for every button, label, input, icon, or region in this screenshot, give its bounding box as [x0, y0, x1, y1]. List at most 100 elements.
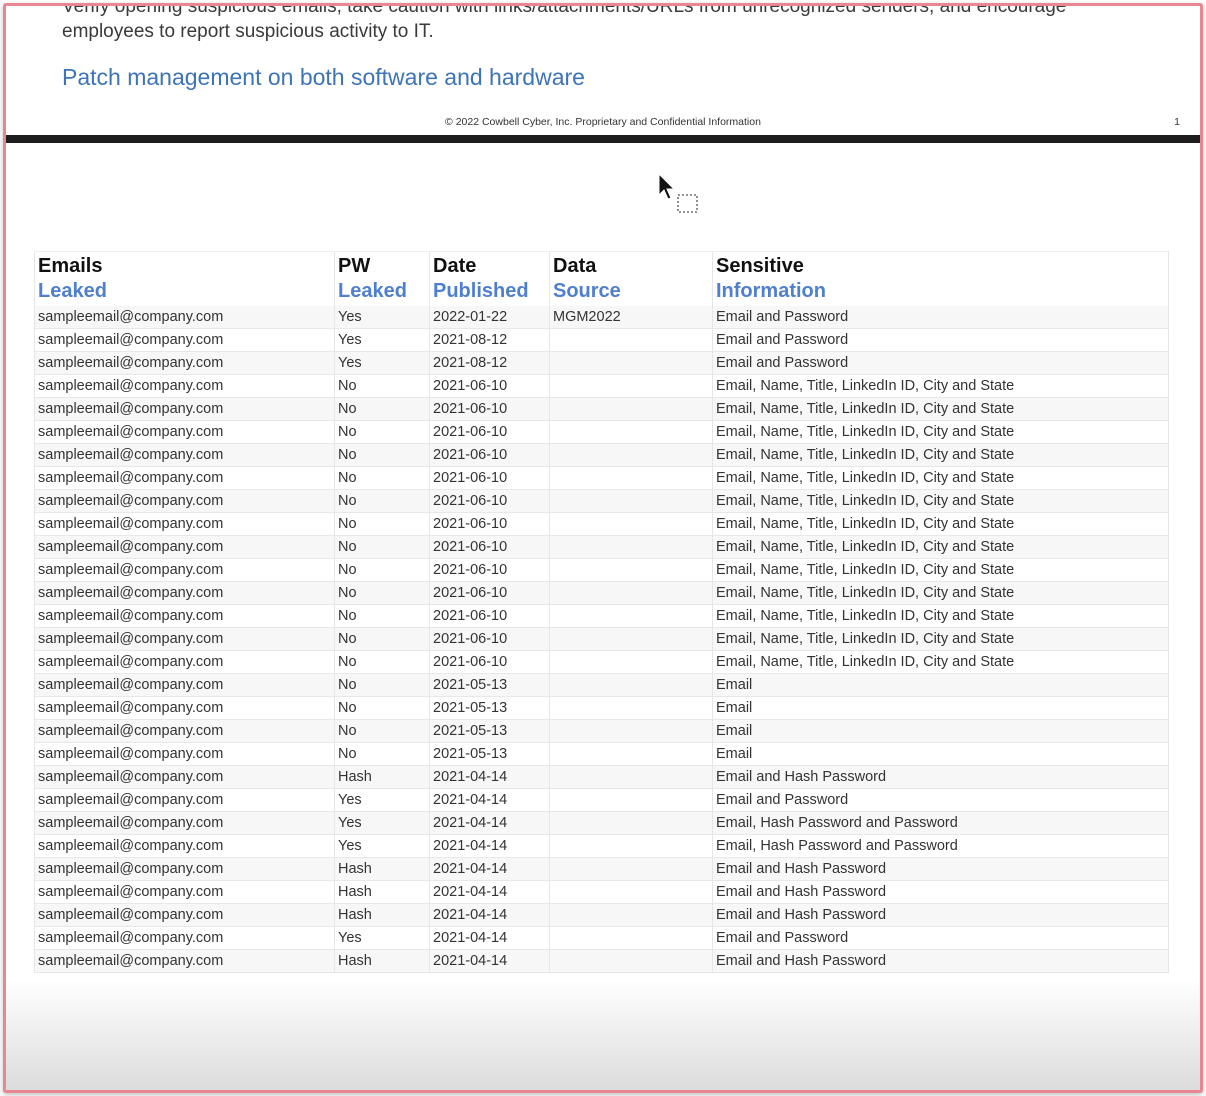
cell-date-published: 2021-04-14 [429, 834, 550, 858]
table-row: sampleemail@company.com Yes 2021-08-12 Emai… [34, 328, 1169, 352]
cell-sensitive-information: Email [712, 719, 1169, 743]
cell-sensitive-information: Email, Name, Title, LinkedIn ID, City an… [712, 650, 1169, 674]
cell-pw-leaked: No [334, 650, 430, 674]
cell-data-source: MGM2022 [549, 306, 713, 329]
table-row: sampleemail@company.com No 2021-06-10 Email… [34, 420, 1169, 444]
cell-sensitive-information: Email, Name, Title, LinkedIn ID, City an… [712, 581, 1169, 605]
cell-sensitive-information: Email, Name, Title, LinkedIn ID, City an… [712, 420, 1169, 444]
cell-data-source [549, 558, 713, 582]
cell-data-source [549, 926, 713, 950]
cell-pw-leaked: Yes [334, 788, 430, 812]
cell-sensitive-information: Email [712, 696, 1169, 720]
cell-data-source [549, 650, 713, 674]
cell-data-source [549, 903, 713, 927]
cell-date-published: 2021-04-14 [429, 880, 550, 904]
arrow-cursor-icon [658, 172, 698, 213]
cell-pw-leaked: Yes [334, 328, 430, 352]
cell-pw-leaked: Yes [334, 811, 430, 835]
cell-sensitive-information: Email and Password [712, 351, 1169, 375]
cell-pw-leaked: Yes [334, 926, 430, 950]
table-row: sampleemail@company.com No 2021-05-13 Email [34, 696, 1169, 720]
page-divider [6, 135, 1200, 143]
cell-email: sampleemail@company.com [34, 397, 335, 421]
cell-pw-leaked: No [334, 627, 430, 651]
column-header-emails-leaked: Emails Leaked [34, 251, 335, 306]
cell-pw-leaked: No [334, 489, 430, 513]
column-header-pw-leaked: PW Leaked [334, 251, 430, 306]
cell-date-published: 2021-06-10 [429, 489, 550, 513]
cell-email: sampleemail@company.com [34, 489, 335, 513]
table-body: sampleemail@company.com Yes 2022-01-22 MGM2… [34, 306, 1169, 973]
cell-sensitive-information: Email, Hash Password and Password [712, 834, 1169, 858]
cell-date-published: 2021-06-10 [429, 535, 550, 559]
table-row: sampleemail@company.com No 2021-06-10 Email… [34, 512, 1169, 536]
cell-date-published: 2021-06-10 [429, 627, 550, 651]
table-row: sampleemail@company.com Hash 2021-04-14 Ema… [34, 765, 1169, 789]
table-row: sampleemail@company.com Yes 2021-04-14 Emai… [34, 788, 1169, 812]
cell-email: sampleemail@company.com [34, 328, 335, 352]
cell-sensitive-information: Email, Name, Title, LinkedIn ID, City an… [712, 466, 1169, 490]
cell-date-published: 2021-04-14 [429, 857, 550, 881]
cell-data-source [549, 627, 713, 651]
cell-sensitive-information: Email and Password [712, 926, 1169, 950]
cell-data-source [549, 673, 713, 697]
cell-email: sampleemail@company.com [34, 558, 335, 582]
cell-email: sampleemail@company.com [34, 581, 335, 605]
cell-email: sampleemail@company.com [34, 604, 335, 628]
cell-pw-leaked: Hash [334, 949, 430, 973]
cell-pw-leaked: No [334, 466, 430, 490]
table-row: sampleemail@company.com No 2021-06-10 Email… [34, 489, 1169, 513]
page-number: 1 [1174, 116, 1180, 128]
cell-email: sampleemail@company.com [34, 351, 335, 375]
cell-email: sampleemail@company.com [34, 650, 335, 674]
table-row: sampleemail@company.com No 2021-06-10 Email… [34, 443, 1169, 467]
table-row: sampleemail@company.com Hash 2021-04-14 Ema… [34, 857, 1169, 881]
cell-pw-leaked: Hash [334, 903, 430, 927]
intro-text: Verify opening suspicious emails, take c… [62, 3, 1067, 42]
cell-pw-leaked: Hash [334, 857, 430, 881]
cell-email: sampleemail@company.com [34, 306, 335, 329]
cell-pw-leaked: Hash [334, 765, 430, 789]
cell-sensitive-information: Email and Hash Password [712, 903, 1169, 927]
table-row: sampleemail@company.com Yes 2022-01-22 MGM2… [34, 306, 1169, 329]
cell-sensitive-information: Email, Name, Title, LinkedIn ID, City an… [712, 443, 1169, 467]
table-row: sampleemail@company.com Hash 2021-04-14 Ema… [34, 903, 1169, 927]
cell-email: sampleemail@company.com [34, 719, 335, 743]
table-row: sampleemail@company.com Hash 2021-04-14 Ema… [34, 880, 1169, 904]
cell-data-source [549, 765, 713, 789]
cell-data-source [549, 719, 713, 743]
table-row: sampleemail@company.com No 2021-05-13 Email [34, 719, 1169, 743]
table-row: sampleemail@company.com No 2021-06-10 Email… [34, 650, 1169, 674]
cell-sensitive-information: Email, Name, Title, LinkedIn ID, City an… [712, 374, 1169, 398]
cell-data-source [549, 374, 713, 398]
cell-date-published: 2021-04-14 [429, 788, 550, 812]
table-row: sampleemail@company.com No 2021-06-10 Email… [34, 535, 1169, 559]
table-row: sampleemail@company.com Yes 2021-04-14 Emai… [34, 926, 1169, 950]
cell-email: sampleemail@company.com [34, 696, 335, 720]
cell-sensitive-information: Email, Hash Password and Password [712, 811, 1169, 835]
cell-email: sampleemail@company.com [34, 443, 335, 467]
cell-date-published: 2021-05-13 [429, 673, 550, 697]
cell-pw-leaked: No [334, 443, 430, 467]
cell-data-source [549, 811, 713, 835]
section-heading: Patch management on both software and ha… [62, 64, 585, 90]
cell-sensitive-information: Email, Name, Title, LinkedIn ID, City an… [712, 512, 1169, 536]
table-row: sampleemail@company.com Hash 2021-04-14 Ema… [34, 949, 1169, 973]
cell-date-published: 2021-05-13 [429, 742, 550, 766]
cell-date-published: 2021-04-14 [429, 926, 550, 950]
cell-sensitive-information: Email and Hash Password [712, 765, 1169, 789]
cell-data-source [549, 351, 713, 375]
cell-date-published: 2021-04-14 [429, 903, 550, 927]
cell-sensitive-information: Email, Name, Title, LinkedIn ID, City an… [712, 397, 1169, 421]
cell-pw-leaked: No [334, 558, 430, 582]
cell-email: sampleemail@company.com [34, 926, 335, 950]
cell-email: sampleemail@company.com [34, 420, 335, 444]
cell-date-published: 2021-04-14 [429, 811, 550, 835]
cell-sensitive-information: Email, Name, Title, LinkedIn ID, City an… [712, 558, 1169, 582]
cell-date-published: 2021-05-13 [429, 696, 550, 720]
cell-pw-leaked: Hash [334, 880, 430, 904]
cell-date-published: 2021-04-14 [429, 949, 550, 973]
cell-sensitive-information: Email and Password [712, 328, 1169, 352]
cell-data-source [549, 512, 713, 536]
cell-email: sampleemail@company.com [34, 788, 335, 812]
